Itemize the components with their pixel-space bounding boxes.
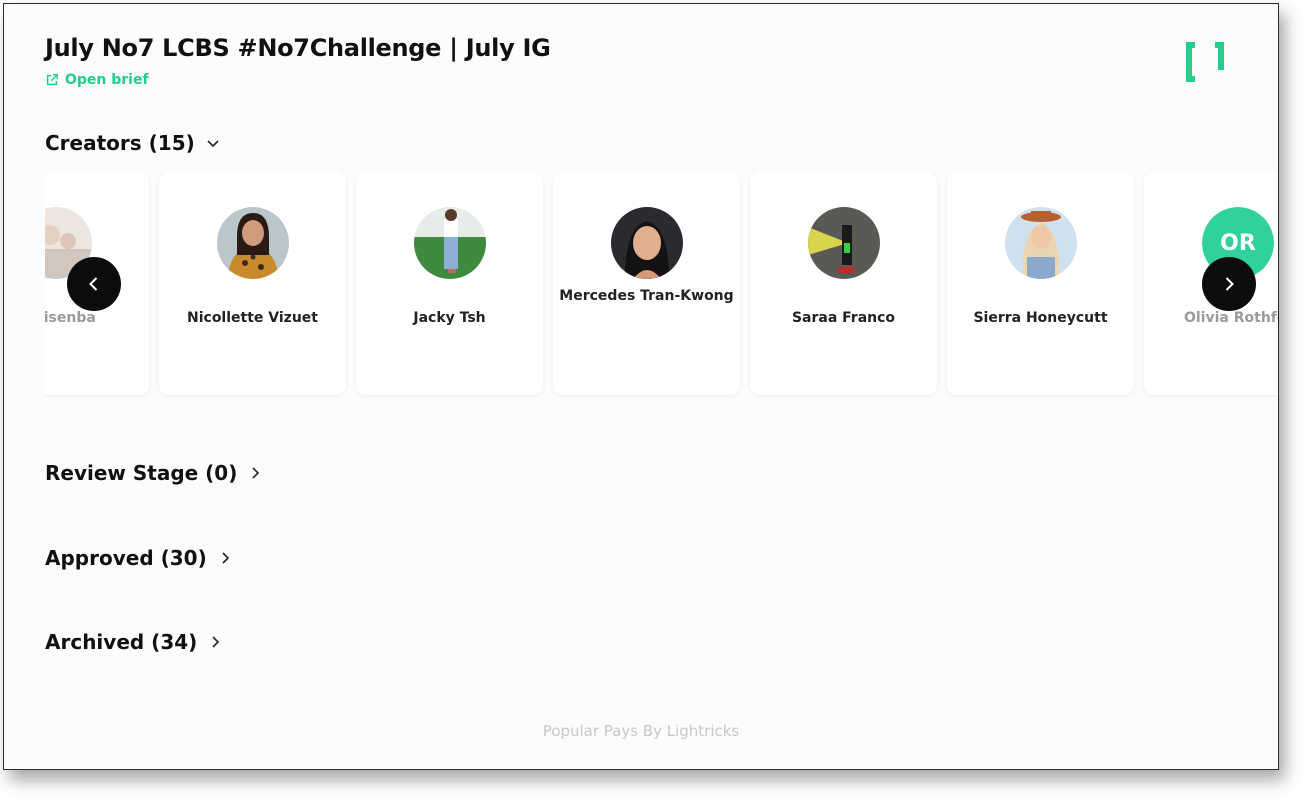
open-brief-label: Open brief	[65, 72, 149, 88]
creator-name: Saraa Franco	[791, 310, 896, 326]
chevron-right-icon	[1225, 277, 1234, 291]
creator-avatar	[414, 207, 486, 279]
creator-avatar	[611, 207, 683, 279]
carousel-prev-button[interactable]	[67, 257, 121, 311]
creator-name: Jacky Tsh	[413, 310, 486, 326]
review-stage-heading: Review Stage (0)	[45, 461, 238, 485]
creator-name: ni Lisenba	[45, 310, 96, 326]
creator-card[interactable]: Mercedes Tran-Kwong	[553, 172, 740, 395]
creators-heading: Creators (15)	[45, 131, 195, 155]
creator-card[interactable]: Sierra Honeycutt	[947, 172, 1134, 395]
approved-heading: Approved (30)	[45, 546, 207, 570]
creator-name: Sierra Honeycutt	[973, 310, 1108, 326]
creator-avatar	[1005, 207, 1077, 279]
campaign-window: July No7 LCBS #No7Challenge | July IG Op…	[3, 3, 1279, 770]
creator-name: Mercedes Tran-Kwong	[559, 288, 734, 304]
chevron-left-icon	[89, 277, 98, 291]
approved-section-toggle[interactable]: Approved (30)	[45, 546, 233, 570]
carousel-next-button[interactable]	[1202, 257, 1256, 311]
chevron-down-icon	[207, 140, 219, 148]
creator-avatar	[808, 207, 880, 279]
chevron-right-icon	[252, 467, 260, 479]
archived-heading: Archived (34)	[45, 630, 198, 654]
creators-section-toggle[interactable]: Creators (15)	[45, 131, 221, 155]
creator-card[interactable]: Nicollette Vizuet	[159, 172, 346, 395]
page-title: July No7 LCBS #No7Challenge | July IG	[45, 34, 551, 62]
creator-name: Nicollette Vizuet	[187, 310, 318, 326]
external-link-icon	[46, 74, 58, 86]
creator-avatar	[217, 207, 289, 279]
review-stage-section-toggle[interactable]: Review Stage (0)	[45, 461, 263, 485]
creator-card[interactable]: Jacky Tsh	[356, 172, 543, 395]
creator-name: Olivia Rothfel	[1184, 310, 1278, 326]
chevron-right-icon	[212, 636, 220, 648]
creators-carousel[interactable]: ni Lisenba Nicollette Vizuet Jacky Tsh M…	[45, 172, 1278, 398]
open-brief-link[interactable]: Open brief	[45, 72, 149, 88]
footer-text: Popular Pays By Lightricks	[542, 722, 740, 740]
brackets-logo	[1186, 42, 1224, 82]
archived-section-toggle[interactable]: Archived (34)	[45, 630, 223, 654]
creator-card[interactable]: Saraa Franco	[750, 172, 937, 395]
chevron-right-icon	[222, 552, 229, 564]
